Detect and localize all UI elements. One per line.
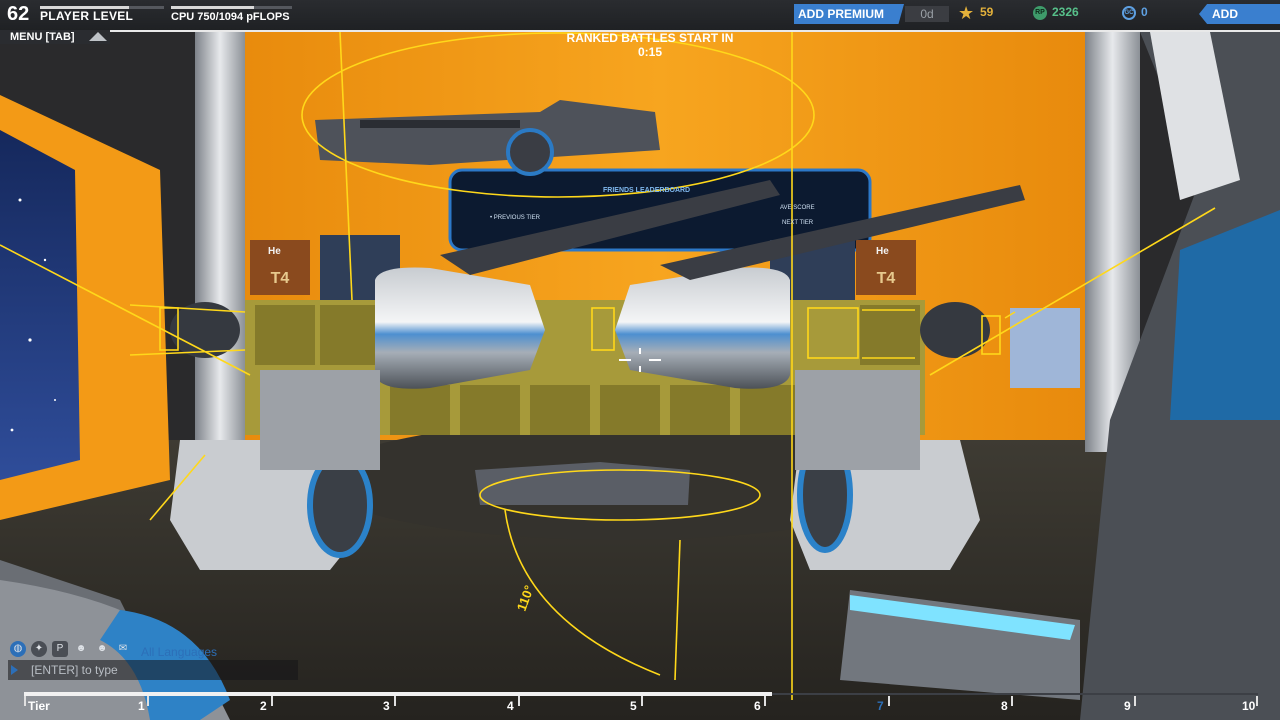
leaderboard-prev: • PREVIOUS TIER xyxy=(490,215,541,221)
tier-fill xyxy=(24,692,772,696)
add-premium-button[interactable]: ADD PREMIUM xyxy=(794,4,904,24)
caret-right-icon xyxy=(11,665,18,675)
tier-tick-10 xyxy=(1256,696,1258,706)
leaderboard-title: FRIENDS LEADERBOARD xyxy=(603,187,690,194)
team-icon[interactable]: ✦ xyxy=(31,641,47,657)
cpu-readout: CPU 750/1094 pFLOPS xyxy=(171,11,290,23)
friends-icon[interactable]: ☻ xyxy=(73,641,89,657)
tier-tick-2 xyxy=(271,696,273,706)
tier-label-10: 10 xyxy=(1242,699,1256,713)
cube-label-right: He xyxy=(876,246,889,257)
cosmetic-credits-count: 0 xyxy=(1141,5,1148,19)
chat-input[interactable]: [ENTER] to type xyxy=(8,660,298,680)
tier-label-1: 1 xyxy=(138,699,145,713)
ranked-countdown: RANKED BATTLES START IN 0:15 xyxy=(566,31,734,59)
crosshair-icon xyxy=(619,348,661,372)
menu-label: MENU [TAB] xyxy=(10,31,75,43)
tier-tick-1 xyxy=(147,696,149,706)
tier-tick xyxy=(24,696,26,706)
player-level-value: 62 xyxy=(7,3,30,25)
tier-tick-6 xyxy=(764,696,766,706)
tier-label-7: 7 xyxy=(877,699,884,713)
tier-title: Tier xyxy=(28,699,50,713)
tier-label-3: 3 xyxy=(383,699,390,713)
leaderboard-score: AVE SCORE xyxy=(780,205,815,211)
tier-tick-4 xyxy=(518,696,520,706)
tier-label-8: 8 xyxy=(1001,699,1008,713)
add-funds-button[interactable]: ADD FUNDS xyxy=(1199,4,1280,24)
tier-label-9: 9 xyxy=(1124,699,1131,713)
level-progress-track xyxy=(40,6,164,9)
tier-tick-3 xyxy=(394,696,396,706)
tier-badge-right: T4 xyxy=(877,270,896,287)
rp-icon: RP xyxy=(1033,6,1047,20)
leaderboard-next: NEXT TIER xyxy=(782,220,814,226)
top-bar: 62 PLAYER LEVEL CPU 750/1094 pFLOPS ADD … xyxy=(0,0,1280,32)
chevron-up-icon xyxy=(89,32,107,41)
level-progress-fill xyxy=(40,6,130,9)
stars-count: 59 xyxy=(980,5,994,19)
cpu-progress-track xyxy=(171,6,292,9)
cube-label-left: He xyxy=(268,246,281,257)
party-icon[interactable]: P xyxy=(52,641,68,657)
tier-label-2: 2 xyxy=(260,699,267,713)
tier-label-6: 6 xyxy=(754,699,761,713)
star-icon: ★ xyxy=(958,3,975,23)
globe-icon[interactable]: ◍ xyxy=(10,641,26,657)
chat-language-selector[interactable]: All Languages xyxy=(141,645,217,659)
premium-days: 0d xyxy=(905,6,949,22)
tier-label-5: 5 xyxy=(630,699,637,713)
robits-count: 2326 xyxy=(1052,5,1079,19)
tier-progress-bar: Tier 1 2 3 4 5 6 7 8 9 10 xyxy=(24,690,1258,720)
tier-badge-left: T4 xyxy=(271,270,290,287)
gc-icon: GC xyxy=(1122,6,1136,20)
tier-label-4: 4 xyxy=(507,699,514,713)
private-icon[interactable]: ✉ xyxy=(115,641,131,657)
cpu-progress-fill xyxy=(171,6,255,9)
clan-icon[interactable]: ☻ xyxy=(94,641,110,657)
menu-button[interactable]: MENU [TAB] xyxy=(0,30,110,44)
tier-tick-8 xyxy=(1011,696,1013,706)
tier-tick-5 xyxy=(641,696,643,706)
tier-tick-9 xyxy=(1134,696,1136,706)
tier-tick-7 xyxy=(888,696,890,706)
player-level-label: PLAYER LEVEL xyxy=(40,9,134,23)
